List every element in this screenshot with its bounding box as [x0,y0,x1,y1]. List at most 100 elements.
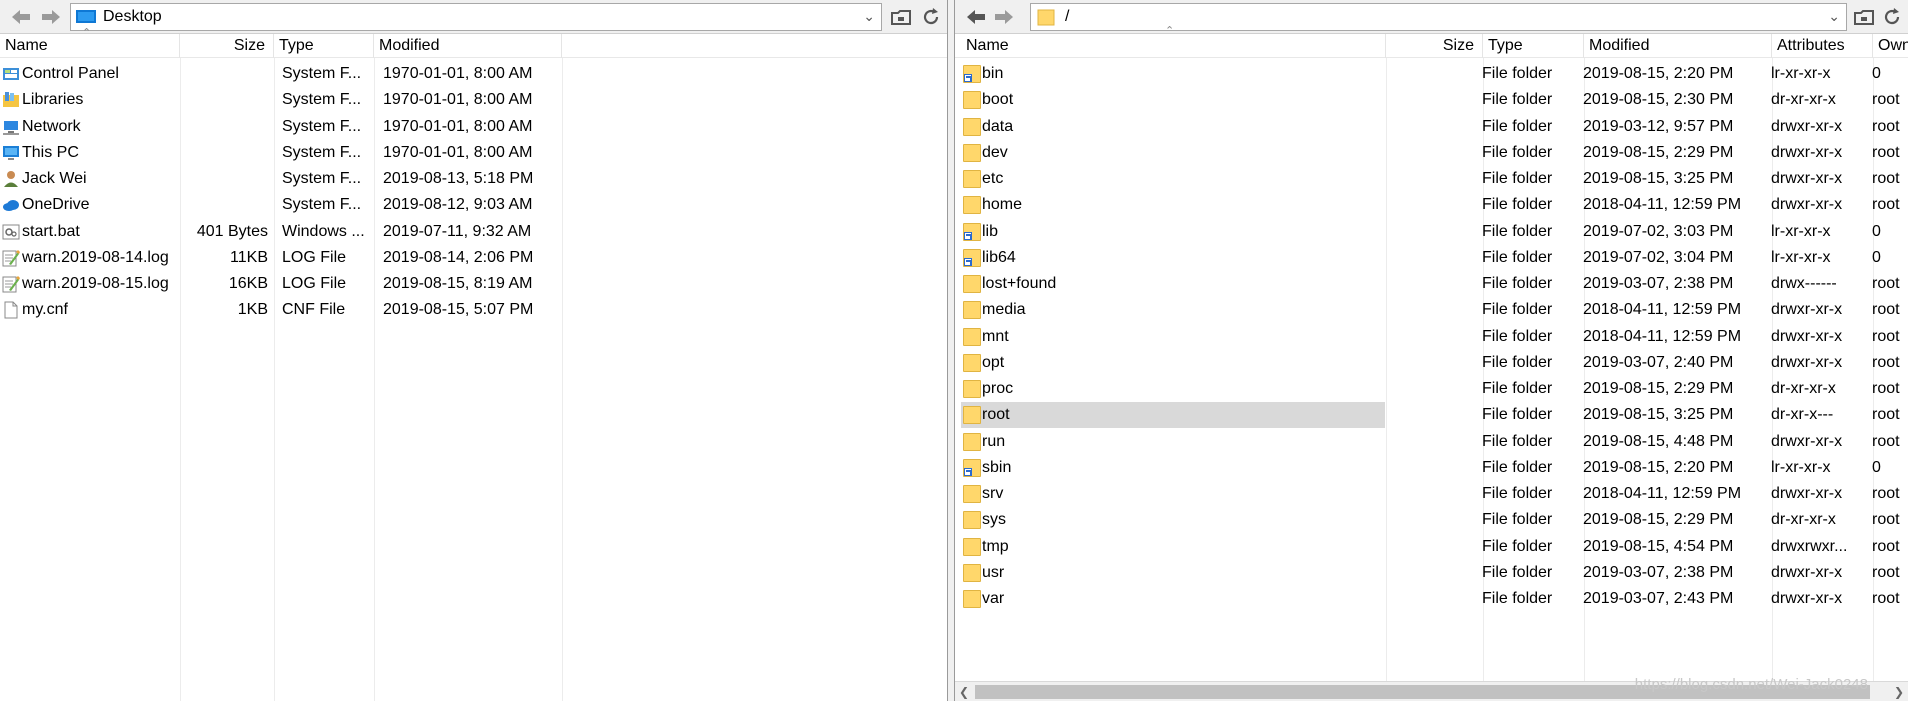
back-button[interactable] [963,5,989,29]
refresh-button[interactable] [1879,5,1905,29]
log-file-icon [2,275,20,293]
file-owner: root [1872,91,1900,109]
file-modified: 2019-08-15, 4:48 PM [1583,432,1734,450]
file-type: File folder [1482,563,1553,581]
remote-file-row[interactable]: sys File folder 2019-08-15, 2:29 PM dr-xr-x… [955,507,1908,533]
file-name: proc [982,380,1014,397]
remote-file-row[interactable]: run File folder 2019-08-15, 4:48 PM drwxr-x… [955,429,1908,455]
chevron-down-icon[interactable]: ⌄ [1828,8,1840,25]
file-owner: root [1872,275,1900,292]
scroll-left-icon[interactable]: ❮ [955,682,973,701]
column-modified[interactable]: Modified [374,34,562,58]
column-modified[interactable]: Modified [1584,34,1772,58]
remote-path-box[interactable]: / ⌄ [1030,3,1847,31]
remote-file-row[interactable]: lib64 File folder 2019-07-02, 3:04 PM lr-xr… [955,245,1908,271]
file-owner: root [1872,327,1900,345]
file-owner: root [1872,511,1900,529]
control-panel-icon [2,65,20,83]
remote-file-row[interactable]: dev File folder 2019-08-15, 2:29 PM drwxr-x… [955,140,1908,166]
column-name[interactable]: Name [961,34,1386,58]
file-attributes: lr-xr-xr-x [1771,222,1831,240]
folder-icon [963,563,981,582]
batch-file-icon [2,223,20,241]
file-type: File folder [1482,511,1553,529]
scroll-right-icon[interactable]: ❯ [1890,682,1908,701]
remote-file-row[interactable]: srv File folder 2018-04-11, 12:59 PM drwxr-… [955,481,1908,507]
file-attributes: drwx------ [1771,275,1837,292]
file-name: OneDrive [22,196,90,214]
remote-file-row[interactable]: lib File folder 2019-07-02, 3:03 PM lr-xr-x… [955,219,1908,245]
local-file-row[interactable]: OneDrive System F... 2019-08-12, 9:03 AM [0,192,947,218]
local-file-row[interactable]: Libraries System F... 1970-01-01, 8:00 AM [0,87,947,113]
file-attributes: drwxrwxr... [1771,537,1848,555]
file-name: data [982,117,1014,135]
remote-file-row[interactable]: usr File folder 2019-03-07, 2:38 PM drwxr-x… [955,560,1908,586]
remote-file-row[interactable]: boot File folder 2019-08-15, 2:30 PM dr-xr-… [955,87,1908,113]
file-attributes: dr-xr-xr-x [1771,511,1836,529]
remote-file-row[interactable]: root File folder 2019-08-15, 3:25 PM dr-xr-… [955,402,1908,429]
file-modified: 1970-01-01, 8:00 AM [383,143,533,161]
local-file-row[interactable]: start.bat 401 Bytes Windows ... 2019-07-11,… [0,219,947,245]
file-type: File folder [1482,91,1553,109]
local-file-row[interactable]: Network System F... 1970-01-01, 8:00 AM [0,114,947,140]
forward-button[interactable] [991,5,1017,29]
file-attributes: drwxr-xr-x [1771,117,1843,135]
file-name: start.bat [22,222,80,240]
local-file-row[interactable]: Jack Wei System F... 2019-08-13, 5:18 PM [0,166,947,192]
file-attributes: drwxr-xr-x [1771,353,1843,371]
remote-file-row[interactable]: bin File folder 2019-08-15, 2:20 PM lr-xr-x… [955,61,1908,87]
local-file-list: Control Panel System F... 1970-01-01, 8:00… [0,61,947,324]
column-owner[interactable]: Owne [1873,34,1908,58]
file-owner: 0 [1872,222,1881,240]
back-button[interactable] [8,5,34,29]
remote-file-row[interactable]: opt File folder 2019-03-07, 2:40 PM drwxr-x… [955,350,1908,376]
file-type: File folder [1482,248,1553,266]
file-owner: root [1872,380,1900,397]
remote-file-row[interactable]: tmp File folder 2019-08-15, 4:54 PM drwxrwx… [955,534,1908,560]
file-size: 11KB [230,248,268,266]
local-file-row[interactable]: This PC System F... 1970-01-01, 8:00 AM [0,140,947,166]
file-modified: 2019-03-12, 9:57 PM [1583,117,1734,135]
local-file-row[interactable]: warn.2019-08-15.log 16KB LOG File 2019-08-1… [0,271,947,297]
remote-file-row[interactable]: home File folder 2018-04-11, 12:59 PM drwxr… [955,192,1908,218]
folder-icon [963,91,981,110]
column-size[interactable]: Size [1386,34,1483,58]
column-type[interactable]: Type [274,34,374,58]
column-size[interactable]: Size [180,34,274,58]
folder-icon [963,222,981,241]
file-modified: 2019-03-07, 2:40 PM [1583,353,1734,371]
remote-file-row[interactable]: data File folder 2019-03-12, 9:57 PM drwxr-… [955,114,1908,140]
file-name: dev [982,143,1008,161]
new-folder-button[interactable] [1851,5,1877,29]
remote-file-row[interactable]: proc File folder 2019-08-15, 2:29 PM dr-xr-… [955,376,1908,402]
file-type: File folder [1482,432,1553,450]
refresh-button[interactable] [918,5,944,29]
file-attributes: dr-xr-xr-x [1771,91,1836,109]
local-file-row[interactable]: warn.2019-08-14.log 11KB LOG File 2019-08-1… [0,245,947,271]
sort-ascending-icon: ⌃ [82,27,92,39]
local-file-row[interactable]: Control Panel System F... 1970-01-01, 8:00… [0,61,947,87]
network-icon [2,118,20,136]
file-modified: 2019-08-15, 2:29 PM [1583,511,1734,529]
forward-button[interactable] [38,5,64,29]
local-file-row[interactable]: my.cnf 1KB CNF File 2019-08-15, 5:07 PM [0,297,947,323]
file-modified: 2019-03-07, 2:38 PM [1583,275,1734,292]
remote-file-row[interactable]: etc File folder 2019-08-15, 3:25 PM drwxr-x… [955,166,1908,192]
column-attributes[interactable]: Attributes [1772,34,1873,58]
remote-file-row[interactable]: var File folder 2019-03-07, 2:43 PM drwxr-x… [955,586,1908,612]
local-path-box[interactable]: Desktop ⌄ [70,3,882,31]
chevron-down-icon[interactable]: ⌄ [863,8,875,25]
remote-file-row[interactable]: mnt File folder 2018-04-11, 12:59 PM drwxr-… [955,324,1908,350]
file-modified: 2019-08-15, 2:29 PM [1583,380,1734,397]
remote-file-row[interactable]: sbin File folder 2019-08-15, 2:20 PM lr-xr-… [955,455,1908,481]
remote-file-row[interactable]: media File folder 2018-04-11, 12:59 PM drwx… [955,297,1908,323]
new-folder-button[interactable] [888,5,914,29]
file-owner: root [1872,196,1900,214]
file-type: System F... [282,65,362,82]
file-size: 1KB [237,301,268,319]
file-type: File folder [1482,275,1553,292]
column-type[interactable]: Type [1483,34,1584,58]
file-type: File folder [1482,406,1553,424]
symlink-icon [964,257,972,266]
remote-file-row[interactable]: lost+found File folder 2019-03-07, 2:38 PM… [955,271,1908,297]
